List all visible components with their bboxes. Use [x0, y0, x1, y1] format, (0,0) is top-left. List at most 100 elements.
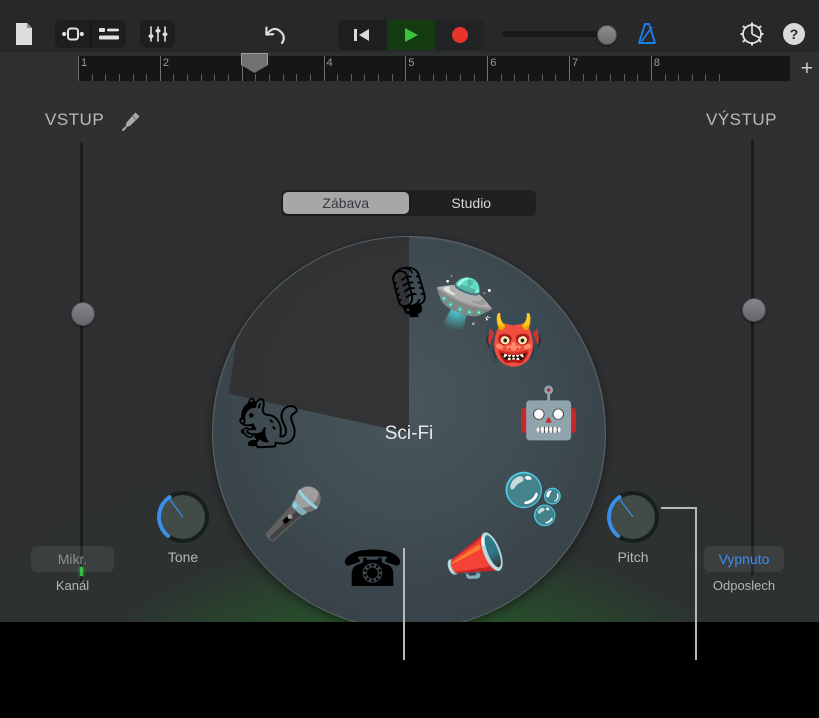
ruler-tick — [200, 74, 202, 81]
cable-pitch-horizontal — [661, 507, 697, 509]
ruler-tick — [132, 74, 134, 81]
tab-studio[interactable]: Studio — [409, 192, 535, 214]
ruler-tick — [719, 74, 721, 81]
pitch-knob-label: Pitch — [617, 549, 649, 565]
cable-pitch-vertical — [695, 507, 697, 622]
ruler-tick — [91, 74, 93, 81]
ruler-bar-number: 4 — [326, 57, 333, 69]
chipmunk-effect[interactable]: 🐿 — [233, 388, 303, 458]
ruler-tick — [637, 74, 639, 81]
megaphone-effect[interactable]: 📣 — [440, 522, 510, 592]
ruler-tick — [596, 74, 598, 81]
cable-center-lower — [403, 622, 405, 660]
instrument-stage: VSTUP VÝSTUP Zábava Studio Sci-Fi 🛸 🎙 👹 … — [0, 82, 819, 622]
rewind-button[interactable] — [338, 20, 387, 50]
ruler-bar-number: 5 — [408, 57, 415, 69]
help-icon[interactable]: ? — [780, 20, 808, 48]
tab-zabava[interactable]: Zábava — [283, 192, 409, 214]
pitch-knob-wrap: Pitch — [605, 489, 661, 565]
ruler-tick — [309, 74, 311, 81]
output-fader-thumb[interactable] — [742, 298, 766, 322]
ruler-tick — [432, 74, 434, 81]
record-button[interactable] — [435, 20, 484, 50]
channel-button[interactable]: Mikr. — [31, 546, 114, 572]
browser-toggle-group — [55, 20, 126, 48]
ruler-tick — [364, 74, 366, 81]
ruler-tick — [678, 74, 680, 81]
metronome-icon[interactable] — [632, 18, 662, 50]
output-fader-track — [751, 140, 754, 575]
gold-mic-effect[interactable]: 🎤 — [258, 479, 328, 549]
top-toolbar: ? — [0, 0, 819, 53]
ruler-bar-number: 8 — [653, 57, 660, 69]
garageband-voice-screen: ? 12345678 + VSTUP VÝSTUP — [0, 0, 819, 718]
robot-effect[interactable]: 🤖 — [514, 378, 584, 448]
ruler-tick — [514, 74, 516, 81]
channel-caption: Kanál — [55, 578, 90, 593]
input-fader-thumb[interactable] — [71, 302, 95, 326]
gear-icon[interactable] — [736, 18, 768, 50]
ruler-tick — [459, 74, 461, 81]
input-fader-track — [80, 142, 83, 582]
ruler-tick — [187, 74, 189, 81]
master-volume-slider[interactable] — [502, 25, 617, 45]
ruler-tick — [228, 74, 230, 81]
add-section-button[interactable]: + — [801, 58, 813, 79]
ruler-tick — [118, 74, 120, 81]
output-fader[interactable] — [742, 140, 766, 575]
mixer-settings-icon[interactable] — [140, 20, 175, 48]
pitch-knob[interactable] — [605, 489, 661, 545]
ruler-tick — [337, 74, 339, 81]
volume-thumb[interactable] — [597, 25, 617, 45]
ruler-tick — [664, 74, 666, 81]
monitor-caption: Odposlech — [712, 578, 776, 593]
ruler-tick — [350, 74, 352, 81]
playhead[interactable] — [241, 53, 268, 83]
ruler-tick — [582, 74, 584, 81]
ruler-tick — [446, 74, 448, 81]
ruler-tick — [391, 74, 393, 81]
ruler-tick — [541, 74, 543, 81]
ruler-tick — [105, 74, 107, 81]
ruler-tick — [623, 74, 625, 81]
document-icon[interactable] — [8, 18, 40, 50]
ruler-tick — [418, 74, 420, 81]
ruler-tick — [146, 74, 148, 81]
category-tabs: Zábava Studio — [281, 190, 536, 216]
svg-text:?: ? — [790, 26, 799, 42]
cable-center — [403, 548, 405, 622]
track-list-icon[interactable] — [91, 20, 126, 48]
timeline-ruler[interactable]: 12345678 — [0, 52, 819, 82]
undo-icon[interactable] — [258, 18, 290, 50]
telephone-effect[interactable]: ☎ — [338, 534, 408, 604]
ruler-bar-number: 1 — [81, 57, 88, 69]
ruler-tick — [500, 74, 502, 81]
ruler-tick — [268, 74, 270, 81]
ruler-strip[interactable]: 12345678 — [78, 56, 790, 81]
playhead-handle[interactable] — [241, 53, 268, 73]
tone-knob-label: Tone — [167, 549, 199, 565]
audio-plug-icon[interactable] — [120, 110, 142, 137]
ruler-tick — [214, 74, 216, 81]
monitor-button[interactable]: Vypnuto — [704, 546, 784, 572]
monster-effect[interactable]: 👹 — [479, 304, 549, 374]
ruler-tick — [173, 74, 175, 81]
ruler-tick — [282, 74, 284, 81]
ruler-tick — [296, 74, 298, 81]
ruler-tick — [555, 74, 557, 81]
effect-wheel[interactable]: Sci-Fi 🛸 🎙 👹 🤖 🫧 📣 ☎ 🎤 🐿 — [212, 236, 606, 622]
loop-browser-icon[interactable] — [55, 20, 90, 48]
tone-knob-wrap: Tone — [155, 489, 211, 565]
ruler-tick — [705, 74, 707, 81]
input-fader[interactable] — [71, 142, 95, 582]
input-label: VSTUP — [45, 110, 105, 129]
tone-knob[interactable] — [155, 489, 211, 545]
ruler-tick — [378, 74, 380, 81]
transport-controls — [338, 20, 484, 50]
ruler-tick — [473, 74, 475, 81]
ruler-bar-number: 6 — [490, 57, 497, 69]
ruler-tick — [609, 74, 611, 81]
classic-mic-effect[interactable]: 🎙 — [374, 257, 444, 327]
ruler-bar-number: 2 — [162, 57, 169, 69]
play-button[interactable] — [386, 20, 436, 50]
